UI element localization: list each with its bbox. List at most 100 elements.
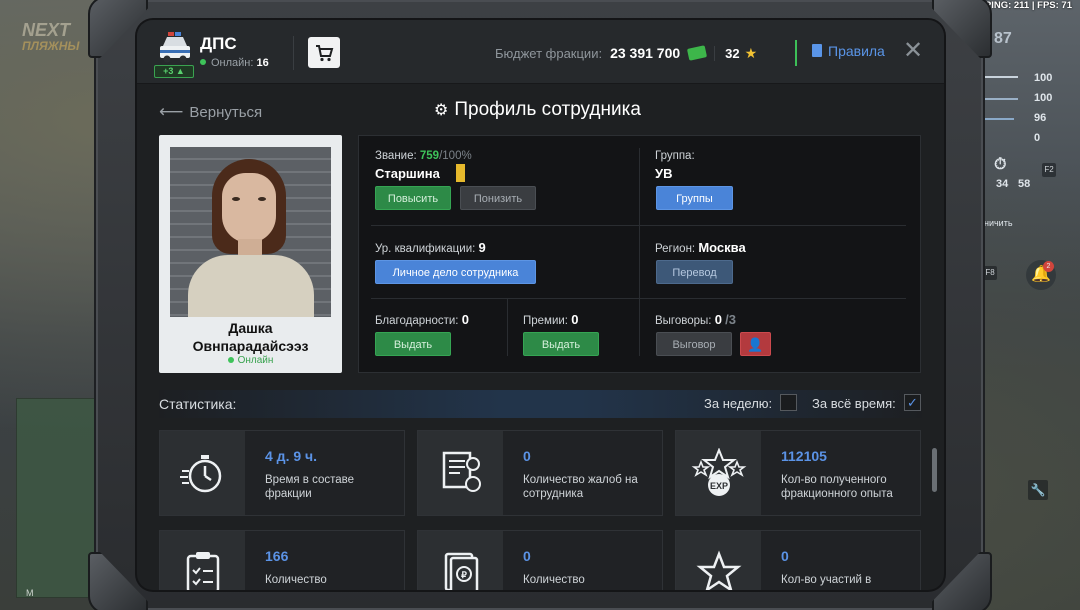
budget-divider bbox=[795, 40, 797, 66]
stat-label: Кол-во участий в bbox=[781, 574, 872, 586]
stat-card-complaints: 0 Количество жалоб на сотрудника bbox=[417, 430, 663, 516]
faction-name: ДПС bbox=[200, 34, 237, 53]
svg-text:EXP: EXP bbox=[709, 481, 727, 491]
stat-card-time: 4 д. 9 ч. Время в составе фракции bbox=[159, 430, 405, 516]
thanks-label: Благодарности: 0 bbox=[375, 312, 469, 327]
give-bonus-button[interactable]: Выдать bbox=[523, 332, 599, 356]
hud-hunger-value: 96 bbox=[1034, 112, 1047, 124]
stat-card-experience: EXP 112105 Кол-во полученного фракционно… bbox=[675, 430, 921, 516]
region-value: Москва bbox=[698, 240, 746, 255]
close-icon[interactable]: ✕ bbox=[903, 39, 923, 63]
hud-health-value: 100 bbox=[1034, 72, 1053, 84]
stat-value: 4 д. 9 ч. bbox=[265, 448, 318, 464]
hud-value: 87 bbox=[994, 30, 1012, 47]
employee-photo bbox=[170, 147, 331, 317]
exp-stars-icon: EXP bbox=[691, 448, 746, 496]
filter-week-checkbox[interactable] bbox=[780, 394, 797, 411]
promote-button[interactable]: Повысить bbox=[375, 186, 451, 210]
stat-value: 0 bbox=[781, 548, 789, 564]
online-dot-icon bbox=[200, 59, 206, 65]
tablet-screen: +3 ▲ ДПС Онлайн: 16 Бюджет фракции: 23 39… bbox=[137, 20, 944, 590]
groups-button[interactable]: Группы bbox=[656, 186, 733, 210]
rank-points: 759 bbox=[419, 150, 440, 162]
rules-link[interactable]: Правила bbox=[812, 43, 885, 59]
stat-value: 166 bbox=[265, 548, 289, 564]
employee-first-name: Дашка bbox=[228, 320, 273, 336]
employee-info-panel: Звание: 759/100% Старшина Повысить Пониз… bbox=[358, 135, 921, 373]
money-icon bbox=[687, 45, 708, 61]
hud-health-bar bbox=[984, 76, 1018, 78]
filter-all-label: За всё время: bbox=[812, 396, 896, 411]
hud-hunger-bar bbox=[984, 118, 1014, 120]
svg-text:₽: ₽ bbox=[461, 570, 467, 580]
stat-card-4: 166 Количество bbox=[159, 530, 405, 590]
hud-key-f8[interactable]: F8 bbox=[983, 266, 997, 280]
employee-status: Онлайн bbox=[159, 355, 342, 366]
employee-card: Дашка Овнпарадайсээз Онлайн bbox=[159, 135, 342, 373]
hud-right-panel: 87 100 100 96 0 ⏱ 34 58 ничить bbox=[984, 22, 1080, 592]
hud-hint: ничить bbox=[984, 218, 1013, 228]
budget-value: 23 391 700 bbox=[610, 45, 681, 61]
scrollbar-thumb[interactable] bbox=[932, 448, 937, 492]
hud-time-b: 58 bbox=[1018, 178, 1031, 190]
stars-value: 32 bbox=[714, 45, 740, 61]
personal-file-button[interactable]: Личное дело сотрудника bbox=[375, 260, 536, 284]
stat-value: 0 bbox=[523, 448, 531, 464]
minimap-key: M bbox=[26, 588, 34, 598]
reprimand-button[interactable]: Выговор bbox=[656, 332, 732, 356]
star-icon: ★ bbox=[744, 44, 758, 61]
police-car-icon bbox=[160, 32, 190, 63]
demote-button[interactable]: Понизить bbox=[460, 186, 536, 210]
arrow-left-icon: ⟵ bbox=[159, 102, 184, 121]
rank-marker-icon bbox=[456, 164, 465, 182]
bonuses-value: 0 bbox=[571, 312, 579, 327]
header-divider bbox=[293, 36, 294, 70]
qualification-value: 9 bbox=[478, 240, 486, 255]
page-title: ⚙ Профиль сотрудника bbox=[434, 99, 641, 120]
group-value: УВ bbox=[655, 166, 673, 181]
filter-week-label: За неделю: bbox=[704, 396, 773, 411]
wrench-icon[interactable]: 🔧 bbox=[1028, 480, 1048, 500]
remove-reprimand-button[interactable]: 👤 bbox=[740, 332, 771, 356]
stopwatch-icon bbox=[179, 455, 221, 493]
stat-label: Время в составе фракции bbox=[265, 474, 355, 500]
coin-document-icon: ₽ bbox=[444, 552, 478, 590]
hud-key-f2[interactable]: F2 bbox=[1042, 163, 1056, 177]
stat-label: Кол-во полученного фракционного опыта bbox=[781, 474, 893, 500]
clipboard-icon bbox=[186, 552, 219, 590]
notification-count: 2 bbox=[1043, 261, 1054, 272]
minimap bbox=[16, 398, 100, 598]
group-label: Группа: bbox=[655, 150, 695, 162]
back-button[interactable]: ⟵ Вернуться bbox=[159, 102, 262, 122]
hud-time-a: 34 bbox=[996, 178, 1009, 190]
hud-wanted-value: 0 bbox=[1034, 132, 1041, 144]
faction-budget: Бюджет фракции: 23 391 700 32 ★ bbox=[495, 44, 758, 62]
stat-label: Количество жалоб на сотрудника bbox=[523, 474, 638, 500]
gear-icon: ⚙ bbox=[434, 102, 449, 119]
faction-level-badge: +3 ▲ bbox=[154, 65, 194, 78]
stats-header: Статистика: За неделю: За всё время: bbox=[159, 390, 922, 418]
employee-last-name: Овнпарадайсээз bbox=[192, 338, 309, 354]
reprimands-label: Выговоры: 0 /3 bbox=[655, 312, 736, 327]
transfer-button[interactable]: Перевод bbox=[656, 260, 733, 284]
filter-all-checkbox[interactable] bbox=[904, 394, 921, 411]
cart-icon bbox=[316, 45, 334, 62]
stat-value: 0 bbox=[523, 548, 531, 564]
rank-name: Старшина bbox=[375, 166, 440, 181]
stat-card-5: ₽ 0 Количество bbox=[417, 530, 663, 590]
server-logo: NEXT ПЛЯЖНЫ bbox=[22, 20, 80, 53]
hud-armor-value: 100 bbox=[1034, 92, 1053, 104]
rank-label: Звание: 759/100% bbox=[375, 150, 472, 162]
faction-online: Онлайн: 16 bbox=[200, 57, 269, 69]
document-icon bbox=[812, 44, 822, 57]
give-thanks-button[interactable]: Выдать bbox=[375, 332, 451, 356]
region-label: Регион: Москва bbox=[655, 240, 746, 255]
stat-label: Количество bbox=[265, 574, 327, 586]
hud-armor-bar bbox=[984, 98, 1018, 100]
stat-value: 112105 bbox=[781, 448, 827, 464]
shop-button[interactable] bbox=[308, 37, 340, 68]
stats-title: Статистика: bbox=[159, 396, 237, 412]
reprimands-value: 0 bbox=[714, 312, 722, 327]
stat-card-6: 0 Кол-во участий в bbox=[675, 530, 921, 590]
complaint-document-icon bbox=[442, 451, 481, 492]
